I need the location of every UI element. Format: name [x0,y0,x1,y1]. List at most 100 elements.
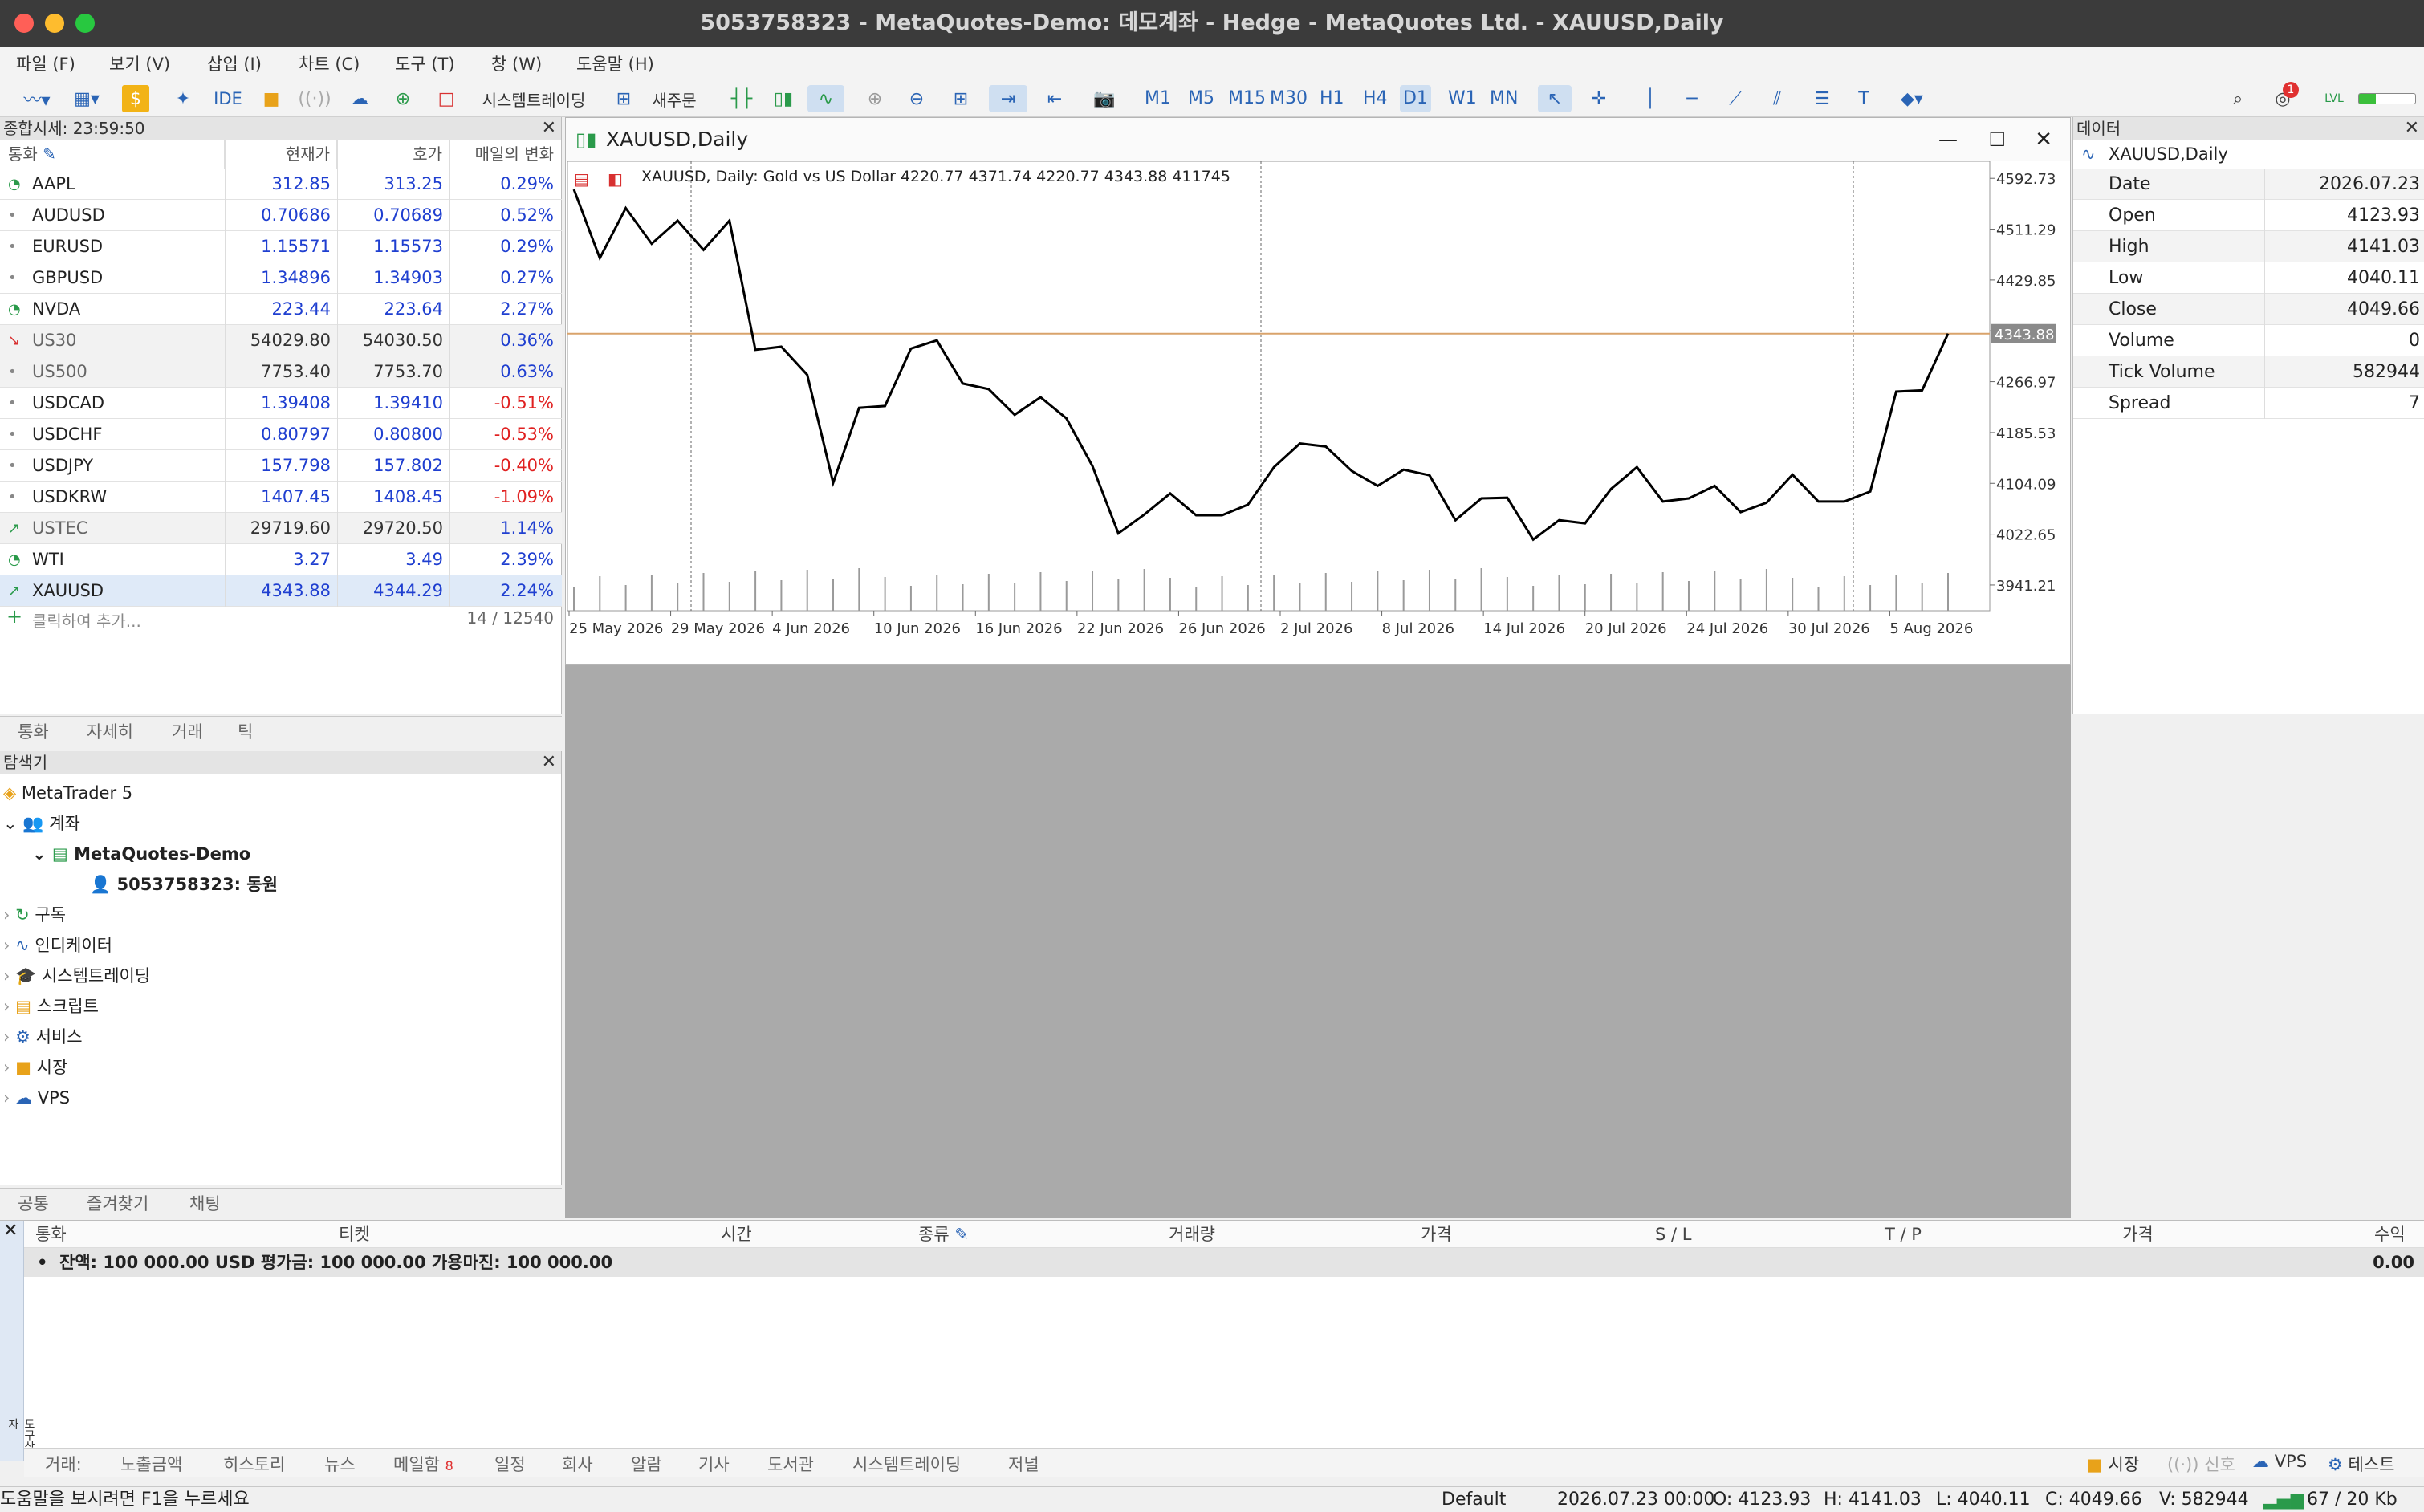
timeframe-m5[interactable]: M5 [1185,85,1218,112]
chevron-down-icon[interactable]: ⌄ [32,844,47,864]
close-icon[interactable]: ✕ [542,117,556,140]
timeframe-m30[interactable]: M30 [1267,85,1311,112]
market-watch-row[interactable]: • USDKRW 1407.45 1408.45 -1.09% [0,482,562,513]
tab-symbols[interactable]: 통화 [18,719,49,743]
minimize-icon[interactable]: — [1938,118,1958,161]
timeframe-h4[interactable]: H4 [1360,85,1391,112]
auto-scroll-icon[interactable]: ⇥ [989,85,1027,112]
tab-mailbox[interactable]: 메일함 8 [393,1452,453,1476]
tab-ticks[interactable]: 틱 [238,719,253,743]
close-icon[interactable]: ✕ [2405,117,2419,140]
market-watch-row[interactable]: • GBPUSD 1.34896 1.34903 0.27% [0,262,562,294]
market-watch-row[interactable]: ↘ US30 54029.80 54030.50 0.36% [0,325,562,356]
balance-row[interactable]: • 잔액: 100 000.00 USD 평가금: 100 000.00 가용마… [24,1248,2424,1277]
edit-icon[interactable]: ✎ [954,1225,969,1244]
new-chart-icon[interactable]: ▦▾ [66,85,108,112]
new-order-button[interactable]: 새주문 [642,85,706,112]
column-symbol[interactable]: 통화 [35,1221,67,1248]
tree-market[interactable]: › ■ 시장 [3,1053,67,1082]
tab-library[interactable]: 도서관 [767,1452,814,1476]
line-chart-icon[interactable]: ∿ [807,85,844,112]
tree-account[interactable]: 👤 5053758323: 동원 [90,870,278,899]
column-bid[interactable]: 현재가 [225,140,337,169]
tab-favorites[interactable]: 즐겨찾기 [87,1191,148,1215]
sparkle-icon[interactable]: ✦ [169,85,197,112]
column-type[interactable]: 종류 ✎ [918,1221,969,1248]
close-icon[interactable]: ✕ [542,751,556,774]
tree-subscriptions[interactable]: › ↻ 구독 [3,900,66,929]
edit-icon[interactable]: ✎ [43,144,56,164]
vertical-line-icon[interactable]: │ [1634,85,1666,112]
column-symbol[interactable]: 통화 ✎ [8,140,225,169]
tile-windows-icon[interactable]: ⊞ [946,85,976,112]
tab-history[interactable]: 히스토리 [223,1452,285,1476]
market-watch-row[interactable]: ◔ AAPL 312.85 313.25 0.29% [0,169,562,200]
menu-window[interactable]: 창 (W) [491,51,542,75]
chevron-right-icon[interactable]: › [3,997,10,1016]
tree-vps[interactable]: › ☁ VPS [3,1083,70,1112]
trendline-icon[interactable]: ⟋ [1719,85,1751,112]
chevron-right-icon[interactable]: › [3,905,10,925]
tab-trade[interactable]: 거래: [45,1452,82,1476]
column-time[interactable]: 시간 [721,1221,752,1248]
market-watch-row[interactable]: ↗ XAUUSD 4343.88 4344.29 2.24% [0,575,562,607]
market-watch-row[interactable]: • USDCAD 1.39408 1.39410 -0.51% [0,388,562,419]
fibonacci-icon[interactable]: ☰ [1806,85,1838,112]
tab-news[interactable]: 뉴스 [324,1452,356,1476]
chart-shift-icon[interactable]: ⇤ [1035,85,1074,112]
cloud-icon[interactable]: ☁ [344,85,376,112]
timeframe-mn[interactable]: MN [1487,85,1521,112]
tab-details[interactable]: 자세히 [87,719,133,743]
tab-alerts[interactable]: 알람 [631,1452,662,1476]
zoom-in-icon[interactable]: ⊕ [860,85,889,112]
bar-chart-icon[interactable]: ┤├ [726,85,758,112]
market-watch-row[interactable]: • US500 7753.40 7753.70 0.63% [0,356,562,388]
market-watch-row[interactable]: • AUDUSD 0.70686 0.70689 0.52% [0,200,562,231]
tab-exposure[interactable]: 노출금액 [120,1452,182,1476]
chevron-right-icon[interactable]: › [3,936,10,955]
column-volume[interactable]: 거래량 [1169,1221,1215,1248]
vps-link[interactable]: ☁ VPS [2252,1452,2307,1471]
chevron-right-icon[interactable]: › [3,1058,10,1077]
tree-root[interactable]: ◈ MetaTrader 5 [3,778,132,807]
tree-expert-advisors[interactable]: › 🎓 시스템트레이딩 [3,961,150,990]
tester-link[interactable]: ⚙ 테스트 [2328,1452,2394,1476]
screenshot-icon[interactable]: 📷 [1087,85,1122,112]
market-bag-icon[interactable]: ■ [257,85,286,112]
menu-tools[interactable]: 도구 (T) [395,51,455,75]
tree-indicators[interactable]: › ∿ 인디케이터 [3,931,112,960]
column-daily-change[interactable]: 매일의 변화 [449,140,562,169]
zoom-out-icon[interactable]: ⊖ [902,85,931,112]
search-icon[interactable]: ⌕ [2223,85,2252,112]
vps-globe-icon[interactable]: ⊕ [387,85,419,112]
column-ask[interactable]: 호가 [337,140,449,169]
column-current-price[interactable]: 가격 [2122,1221,2154,1248]
add-icon[interactable]: + [6,605,22,628]
column-tp[interactable]: T / P [1885,1221,1922,1248]
tab-chat[interactable]: 채팅 [189,1191,221,1215]
timeframe-d1[interactable]: D1 [1400,85,1431,112]
tree-accounts[interactable]: ⌄ 👥 계좌 [3,809,80,838]
market-link[interactable]: ■ 시장 [2087,1452,2139,1476]
algo-trading-icon[interactable]: □ [437,85,456,112]
chart-menu-icon[interactable]: ▤ [574,169,589,189]
chevron-right-icon[interactable]: › [3,1027,10,1047]
tab-common[interactable]: 공통 [18,1191,49,1215]
price-chart[interactable]: 4592.73 4511.29 4429.85 4266.97 4185.53 4104.… [566,161,2070,664]
close-icon[interactable]: ✕ [2035,118,2052,161]
menu-help[interactable]: 도움말 (H) [576,51,654,75]
minimize-window-button[interactable] [45,14,64,33]
cursor-icon[interactable]: ↖ [1538,85,1572,112]
chevron-right-icon[interactable]: › [3,966,10,986]
market-watch-row[interactable]: ◔ NVDA 223.44 223.64 2.27% [0,294,562,325]
menu-view[interactable]: 보기 (V) [109,51,170,75]
new-order-icon[interactable]: ⊞ [612,85,636,112]
column-price[interactable]: 가격 [1421,1221,1452,1248]
menu-charts[interactable]: 차트 (C) [299,51,360,75]
timeframe-h1[interactable]: H1 [1316,85,1348,112]
timeframe-w1[interactable]: W1 [1445,85,1480,112]
column-sl[interactable]: S / L [1655,1221,1691,1248]
shapes-icon[interactable]: ◆▾ [1889,85,1934,112]
add-symbol-link[interactable]: 클릭하여 추가... [32,608,141,632]
ide-button[interactable]: IDE [210,85,246,112]
